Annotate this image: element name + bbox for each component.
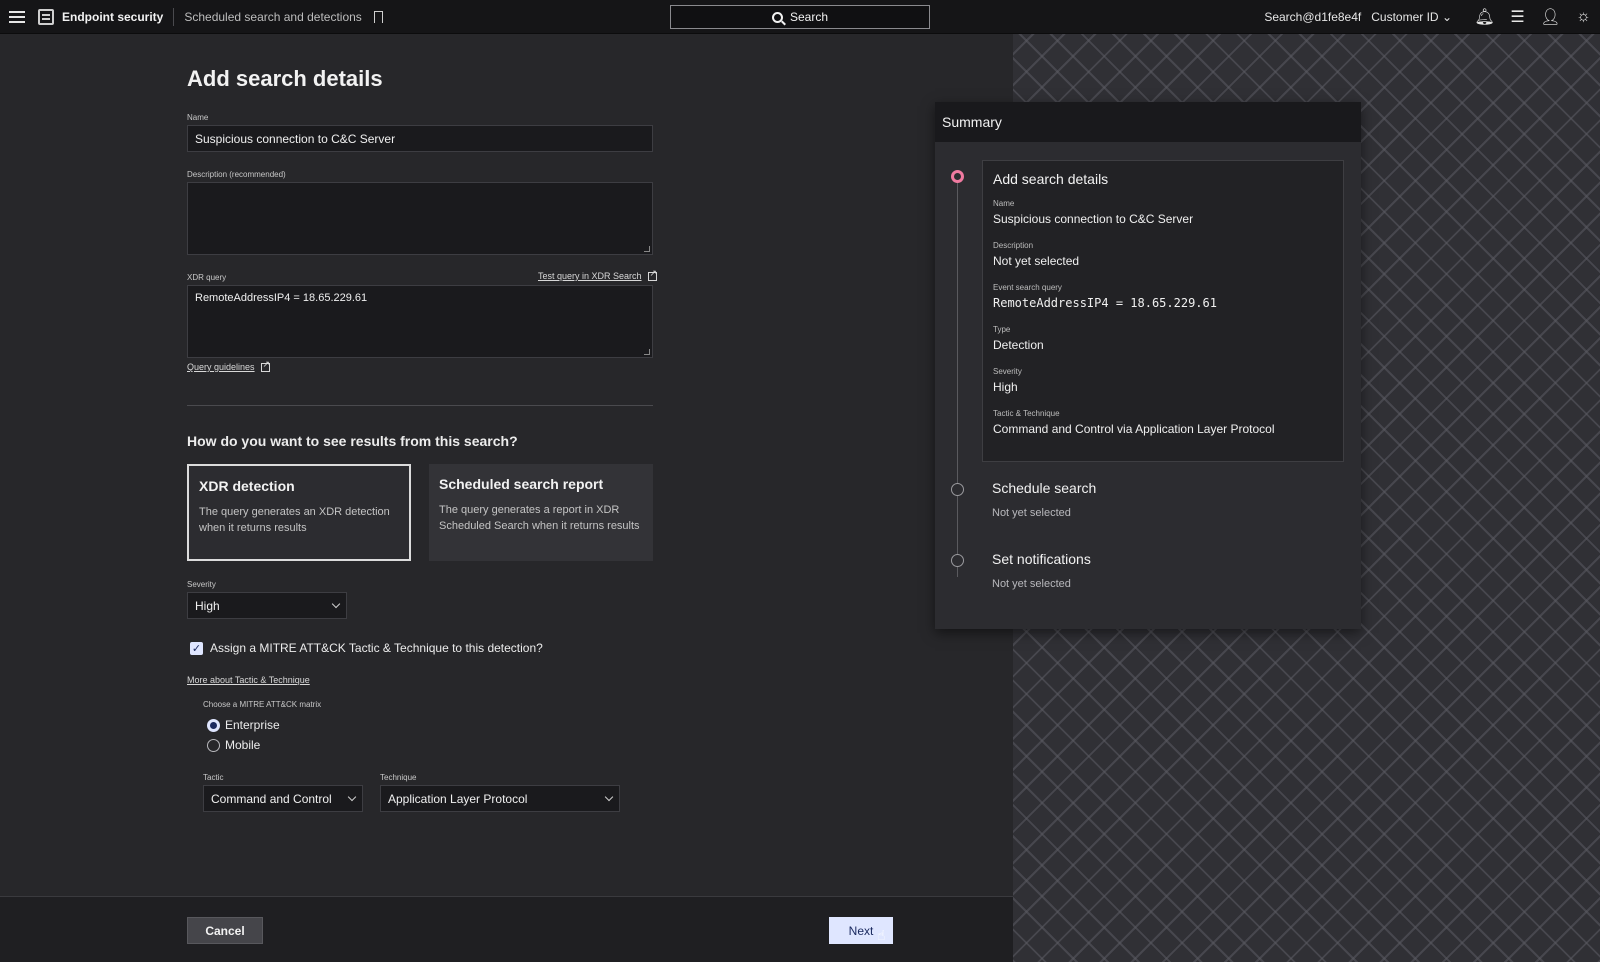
cancel-button[interactable]: Cancel <box>187 917 263 944</box>
scheduled-search-report-card[interactable]: Scheduled search report The query genera… <box>429 464 653 561</box>
check-icon: ✓ <box>191 643 202 655</box>
step-title: Set notifications <box>992 551 1091 567</box>
summary-query-label: Event search query <box>993 283 1062 292</box>
severity-value: High <box>195 598 220 613</box>
global-search-button[interactable]: Search <box>670 5 930 29</box>
customer-id-dropdown[interactable]: Customer ID ⌄ <box>1371 10 1452 24</box>
bookmark-icon[interactable] <box>373 10 383 27</box>
summary-description-value: Not yet selected <box>993 254 1080 268</box>
step-title: Schedule search <box>992 480 1097 496</box>
summary-step-add-details: Add search details Name Suspicious conne… <box>982 160 1344 462</box>
description-label: Description (recommended) <box>187 170 286 179</box>
step-status: Not yet selected <box>992 578 1071 590</box>
step-status: Not yet selected <box>992 507 1071 519</box>
card-title: Scheduled search report <box>439 476 604 492</box>
breadcrumb[interactable]: Scheduled search and detections <box>184 10 361 24</box>
summary-step-notifications: Set notifications Not yet selected <box>992 551 1091 590</box>
summary-panel: Summary Add search details Name Suspicio… <box>935 102 1361 629</box>
results-question: How do you want to see results from this… <box>187 433 518 449</box>
summary-severity-value: High <box>993 380 1018 394</box>
xdr-query-textarea[interactable]: RemoteAddressIP4 = 18.65.229.61 <box>187 285 653 358</box>
top-right-controls: Search@d1fe8e4f Customer ID ⌄ 🔔︎ ☰ 👤︎ ☼ <box>1264 0 1600 34</box>
tactic-value: Command and Control <box>211 791 332 806</box>
bell-icon[interactable]: 🔔︎ <box>1468 0 1501 34</box>
card-description: The query generates an XDR detection whe… <box>199 506 390 534</box>
summary-query-value: RemoteAddressIP4 = 18.65.229.61 <box>993 296 1217 310</box>
tactic-select[interactable]: Command and Control <box>203 785 363 812</box>
summary-tactic-technique-value: Command and Control via Application Laye… <box>993 422 1275 436</box>
radio-mobile[interactable] <box>207 739 220 752</box>
resize-handle[interactable] <box>644 349 650 355</box>
card-title: XDR detection <box>199 478 295 494</box>
section-divider <box>187 405 653 406</box>
test-query-link-label: Test query in XDR Search <box>538 271 642 281</box>
app-icon <box>38 8 54 25</box>
summary-description-label: Description <box>993 241 1034 250</box>
technique-label: Technique <box>380 773 417 782</box>
more-about-tactic-link[interactable]: More about Tactic & Technique <box>187 675 310 685</box>
external-link-icon <box>647 268 657 281</box>
menu-icon[interactable] <box>0 0 34 34</box>
chevron-down-icon <box>331 599 341 608</box>
severity-label: Severity <box>187 580 216 589</box>
name-input[interactable]: Suspicious connection to C&C Server <box>187 125 653 152</box>
summary-tactic-technique-label: Tactic & Technique <box>993 409 1060 418</box>
summary-severity-label: Severity <box>993 367 1022 376</box>
step-title: Add search details <box>993 171 1109 187</box>
description-textarea[interactable] <box>187 182 653 255</box>
severity-select[interactable]: High <box>187 592 347 619</box>
user-icon[interactable]: 👤︎ <box>1534 0 1567 34</box>
user-account[interactable]: Search@d1fe8e4f <box>1264 10 1361 24</box>
summary-name-label: Name <box>993 199 1015 208</box>
external-link-icon <box>260 359 270 372</box>
chevron-down-icon <box>347 792 357 801</box>
search-icon <box>771 11 783 23</box>
query-guidelines-link[interactable]: Query guidelines <box>187 359 270 373</box>
summary-type-value: Detection <box>993 338 1044 352</box>
name-label: Name <box>187 113 209 122</box>
mitre-checkbox[interactable]: ✓ <box>190 642 203 655</box>
radio-enterprise[interactable] <box>207 719 220 732</box>
summary-title: Summary <box>935 102 1361 142</box>
xdr-query-value: RemoteAddressIP4 = 18.65.229.61 <box>195 292 368 304</box>
resize-handle[interactable] <box>644 246 650 252</box>
summary-type-label: Type <box>993 325 1011 334</box>
news-icon[interactable]: ☰ <box>1501 0 1534 34</box>
technique-select[interactable]: Application Layer Protocol <box>380 785 620 812</box>
summary-step-schedule: Schedule search Not yet selected <box>992 480 1096 519</box>
divider <box>173 7 175 26</box>
tactic-label: Tactic <box>203 773 224 782</box>
matrix-label: Choose a MITRE ATT&CK matrix <box>203 700 322 709</box>
theme-icon[interactable]: ☼ <box>1567 0 1600 34</box>
search-label: Search <box>789 10 829 24</box>
test-query-link[interactable]: Test query in XDR Search <box>538 268 657 282</box>
step-dot <box>951 554 964 567</box>
summary-name-value: Suspicious connection to C&C Server <box>993 212 1194 226</box>
chevron-down-icon <box>604 792 614 801</box>
radio-mobile-label[interactable]: Mobile <box>225 738 260 752</box>
step-active-dot <box>951 170 964 183</box>
query-guidelines-label: Query guidelines <box>187 362 255 372</box>
radio-enterprise-label[interactable]: Enterprise <box>225 718 280 732</box>
xdr-query-label: XDR query <box>187 273 227 282</box>
timeline-line <box>957 177 958 577</box>
step-dot <box>951 483 964 496</box>
top-bar: Endpoint security Scheduled search and d… <box>0 0 1600 34</box>
page-title: Add search details <box>187 66 383 91</box>
xdr-detection-card[interactable]: XDR detection The query generates an XDR… <box>187 464 411 561</box>
card-description: The query generates a report in XDR Sche… <box>439 504 640 532</box>
customer-id-label: Customer ID <box>1371 10 1439 24</box>
app-title[interactable]: Endpoint security <box>62 10 163 24</box>
cursor-hand-icon: ☝︎ <box>877 927 886 943</box>
mitre-checkbox-label[interactable]: Assign a MITRE ATT&CK Tactic & Technique… <box>210 641 543 655</box>
technique-value: Application Layer Protocol <box>388 791 528 806</box>
